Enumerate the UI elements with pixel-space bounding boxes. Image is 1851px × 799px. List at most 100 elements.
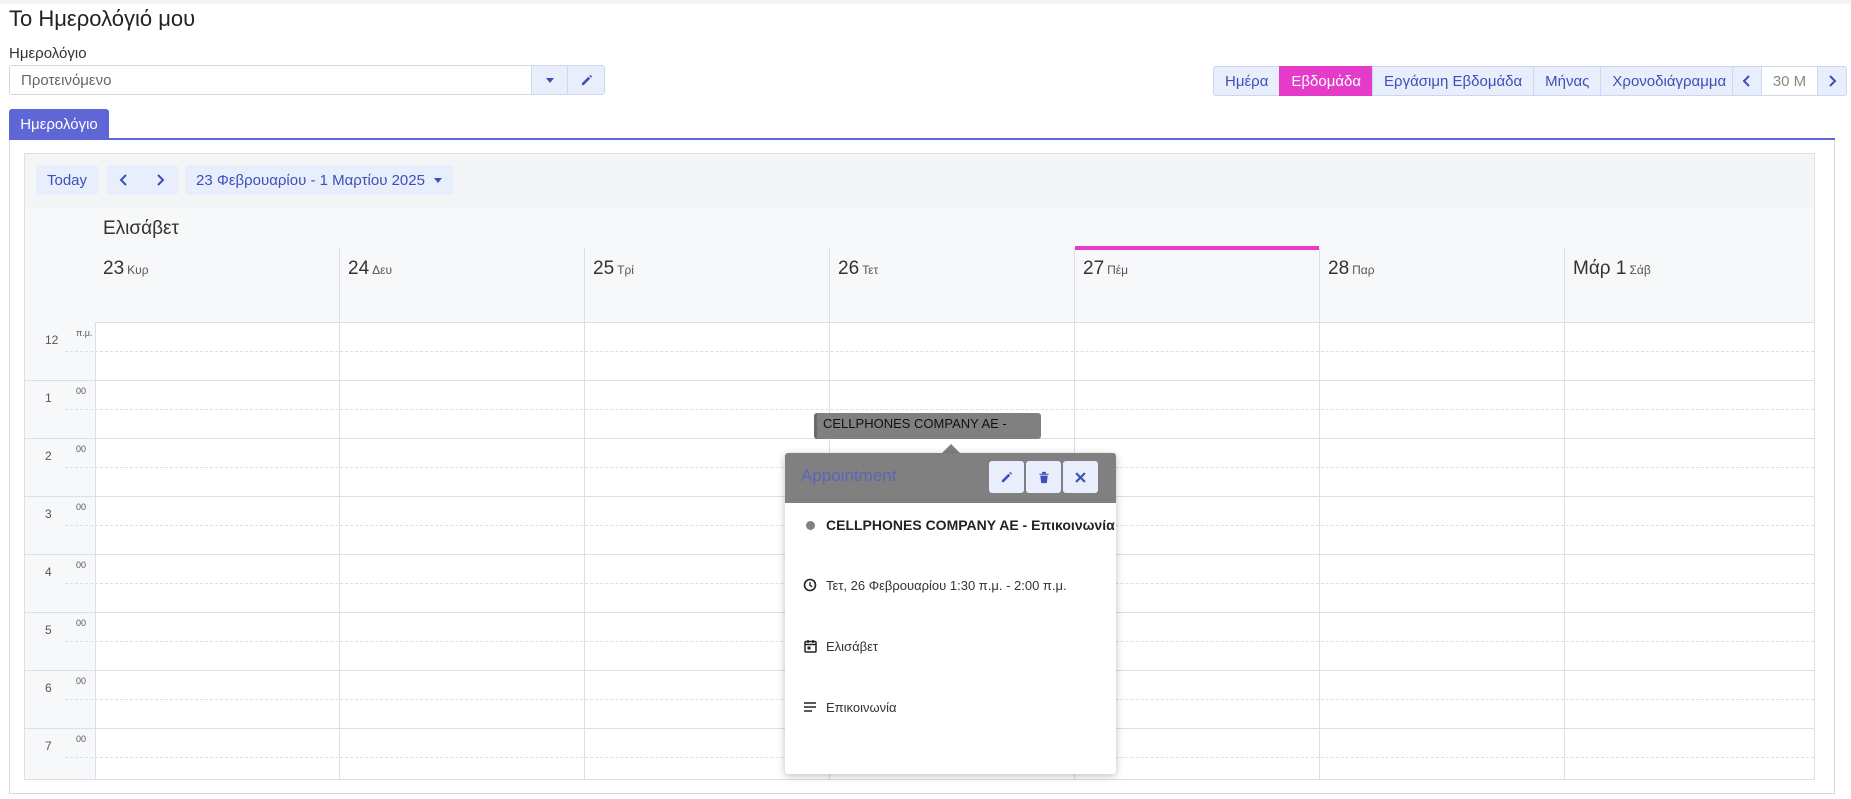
- scale-value: 30 M: [1762, 66, 1817, 96]
- popover-time: Τετ, 26 Φεβρουαρίου 1:30 π.μ. - 2:00 π.μ…: [826, 577, 1067, 593]
- scale-prev-button[interactable]: [1732, 66, 1762, 96]
- day-number: 27: [1083, 258, 1105, 279]
- all-day-cell[interactable]: [830, 290, 1075, 322]
- appointment-popover: Appointment CELLPHONES COMPANY AE - Επικ…: [785, 453, 1116, 774]
- resource-name: Ελισάβετ: [103, 218, 180, 239]
- popover-subject: CELLPHONES COMPANY AE - Επικοινωνία: [826, 517, 1115, 533]
- calendar-select-placeholder: Προτεινόμενο: [21, 72, 112, 89]
- chevron-left-icon: [119, 174, 127, 186]
- day-weekday: Δευ: [372, 263, 393, 277]
- event-title: CELLPHONES COMPANY AE -: [823, 416, 1007, 431]
- tab-calendar[interactable]: Ημερολόγιο: [9, 109, 109, 139]
- clock-icon: [802, 577, 818, 593]
- popover-description-row: Επικοινωνία: [802, 699, 897, 715]
- day-header[interactable]: 26 Τετ: [830, 248, 1075, 290]
- calendar-icon: [802, 638, 818, 654]
- hour-label: 1: [45, 391, 52, 405]
- hour-label: 5: [45, 623, 52, 637]
- pencil-icon: [581, 74, 592, 85]
- day-weekday: Παρ: [1352, 263, 1375, 277]
- popover-header: Appointment: [785, 453, 1116, 503]
- day-number: 25: [593, 258, 615, 279]
- popover-title: Appointment: [801, 466, 897, 485]
- view-timeline-button[interactable]: Χρονοδιάγραμμα: [1600, 66, 1739, 96]
- all-day-cell[interactable]: [1565, 290, 1810, 322]
- day-weekday: Σάβ: [1629, 263, 1651, 277]
- popover-subject-row: CELLPHONES COMPANY AE - Επικοινωνία: [802, 517, 1115, 533]
- days-header: 23 Κυρ 24 Δευ 25 Τρί 26 Τετ 27 Πέμ 28 Παρ Μάρ …: [95, 246, 1814, 291]
- day-number: 23: [103, 258, 125, 279]
- hour-label: 4: [45, 565, 52, 579]
- edit-button[interactable]: [989, 461, 1024, 493]
- hour-label: 6: [45, 681, 52, 695]
- caret-down-icon: [433, 178, 442, 183]
- day-header[interactable]: 23 Κυρ: [95, 248, 340, 290]
- hour-minutes: 00: [76, 676, 87, 686]
- scale-next-button[interactable]: [1817, 66, 1847, 96]
- day-number: 28: [1328, 258, 1350, 279]
- hour-minutes: 00: [76, 618, 87, 628]
- hour-label: 2: [45, 449, 52, 463]
- calendar-edit-button[interactable]: [567, 66, 604, 94]
- popover-description: Επικοινωνία: [826, 699, 897, 715]
- hour-minutes: 00: [76, 560, 87, 570]
- hour-label: 12: [45, 333, 59, 347]
- day-weekday: Πέμ: [1107, 263, 1129, 277]
- day-header[interactable]: 24 Δευ: [340, 248, 585, 290]
- close-icon: [1075, 471, 1086, 483]
- lines-icon: [802, 699, 818, 715]
- popover-calendar-row: Ελισάβετ: [802, 638, 878, 654]
- hour-row[interactable]: 12 π.μ.: [25, 322, 1814, 381]
- view-switcher: Ημέρα Εβδομάδα Εργάσιμη Εβδομάδα Μήνας Χ…: [1213, 66, 1739, 96]
- calendar-dropdown-button[interactable]: [531, 66, 568, 94]
- all-day-cell[interactable]: [1320, 290, 1565, 322]
- hour-label: 3: [45, 507, 52, 521]
- day-weekday: Τετ: [862, 263, 879, 277]
- top-bar: [0, 0, 1851, 4]
- prev-period-button[interactable]: [106, 165, 142, 195]
- popover-time-row: Τετ, 26 Φεβρουαρίου 1:30 π.μ. - 2:00 π.μ…: [802, 577, 1067, 593]
- scheduler-toolbar: Today 23 Φεβρουαρίου - 1 Μαρτίου 2025: [25, 154, 1814, 209]
- delete-button[interactable]: [1026, 461, 1061, 493]
- day-number: 24: [348, 258, 370, 279]
- hour-minutes: 00: [76, 502, 87, 512]
- all-day-cell[interactable]: [95, 290, 340, 322]
- all-day-row: [95, 290, 1814, 323]
- chevron-right-icon: [157, 174, 165, 186]
- view-month-button[interactable]: Μήνας: [1533, 66, 1602, 96]
- all-day-cell[interactable]: [340, 290, 585, 322]
- date-range-label: 23 Φεβρουαρίου - 1 Μαρτίου 2025: [196, 171, 425, 189]
- hour-minutes: 00: [76, 386, 87, 396]
- view-day-button[interactable]: Ημέρα: [1213, 66, 1281, 96]
- chevron-right-icon: [1829, 75, 1837, 87]
- page-title: Το Ημερολόγιό μου: [9, 6, 196, 31]
- day-weekday: Τρί: [617, 263, 634, 277]
- calendar-select[interactable]: Προτεινόμενο: [9, 65, 605, 95]
- resource-header: Ελισάβετ: [95, 208, 1814, 249]
- all-day-cell[interactable]: [585, 290, 830, 322]
- date-range-picker[interactable]: 23 Φεβρουαρίου - 1 Μαρτίου 2025: [185, 165, 454, 195]
- hour-minutes: π.μ.: [76, 328, 93, 338]
- view-workweek-button[interactable]: Εργάσιμη Εβδομάδα: [1372, 66, 1535, 96]
- day-header[interactable]: 25 Τρί: [585, 248, 830, 290]
- hour-label: 7: [45, 739, 52, 753]
- caret-down-icon: [546, 78, 554, 83]
- pencil-icon: [1001, 471, 1013, 482]
- appointment-event[interactable]: CELLPHONES COMPANY AE -: [814, 413, 1041, 439]
- all-day-cell[interactable]: [1075, 290, 1320, 322]
- view-week-button[interactable]: Εβδομάδα: [1279, 66, 1374, 96]
- calendar-field-label: Ημερολόγιο: [9, 45, 87, 62]
- next-period-button[interactable]: [142, 165, 178, 195]
- day-header[interactable]: 28 Παρ: [1320, 248, 1565, 290]
- close-button[interactable]: [1063, 461, 1098, 493]
- status-dot-icon: [802, 517, 818, 533]
- hour-minutes: 00: [76, 444, 87, 454]
- popover-calendar: Ελισάβετ: [826, 638, 879, 654]
- hour-minutes: 00: [76, 734, 87, 744]
- day-header[interactable]: Μάρ 1 Σάβ: [1565, 248, 1810, 290]
- day-weekday: Κυρ: [127, 263, 149, 277]
- trash-icon: [1038, 471, 1049, 483]
- today-button[interactable]: Today: [36, 165, 98, 195]
- day-header-today[interactable]: 27 Πέμ: [1075, 246, 1320, 290]
- day-number: 26: [838, 258, 860, 279]
